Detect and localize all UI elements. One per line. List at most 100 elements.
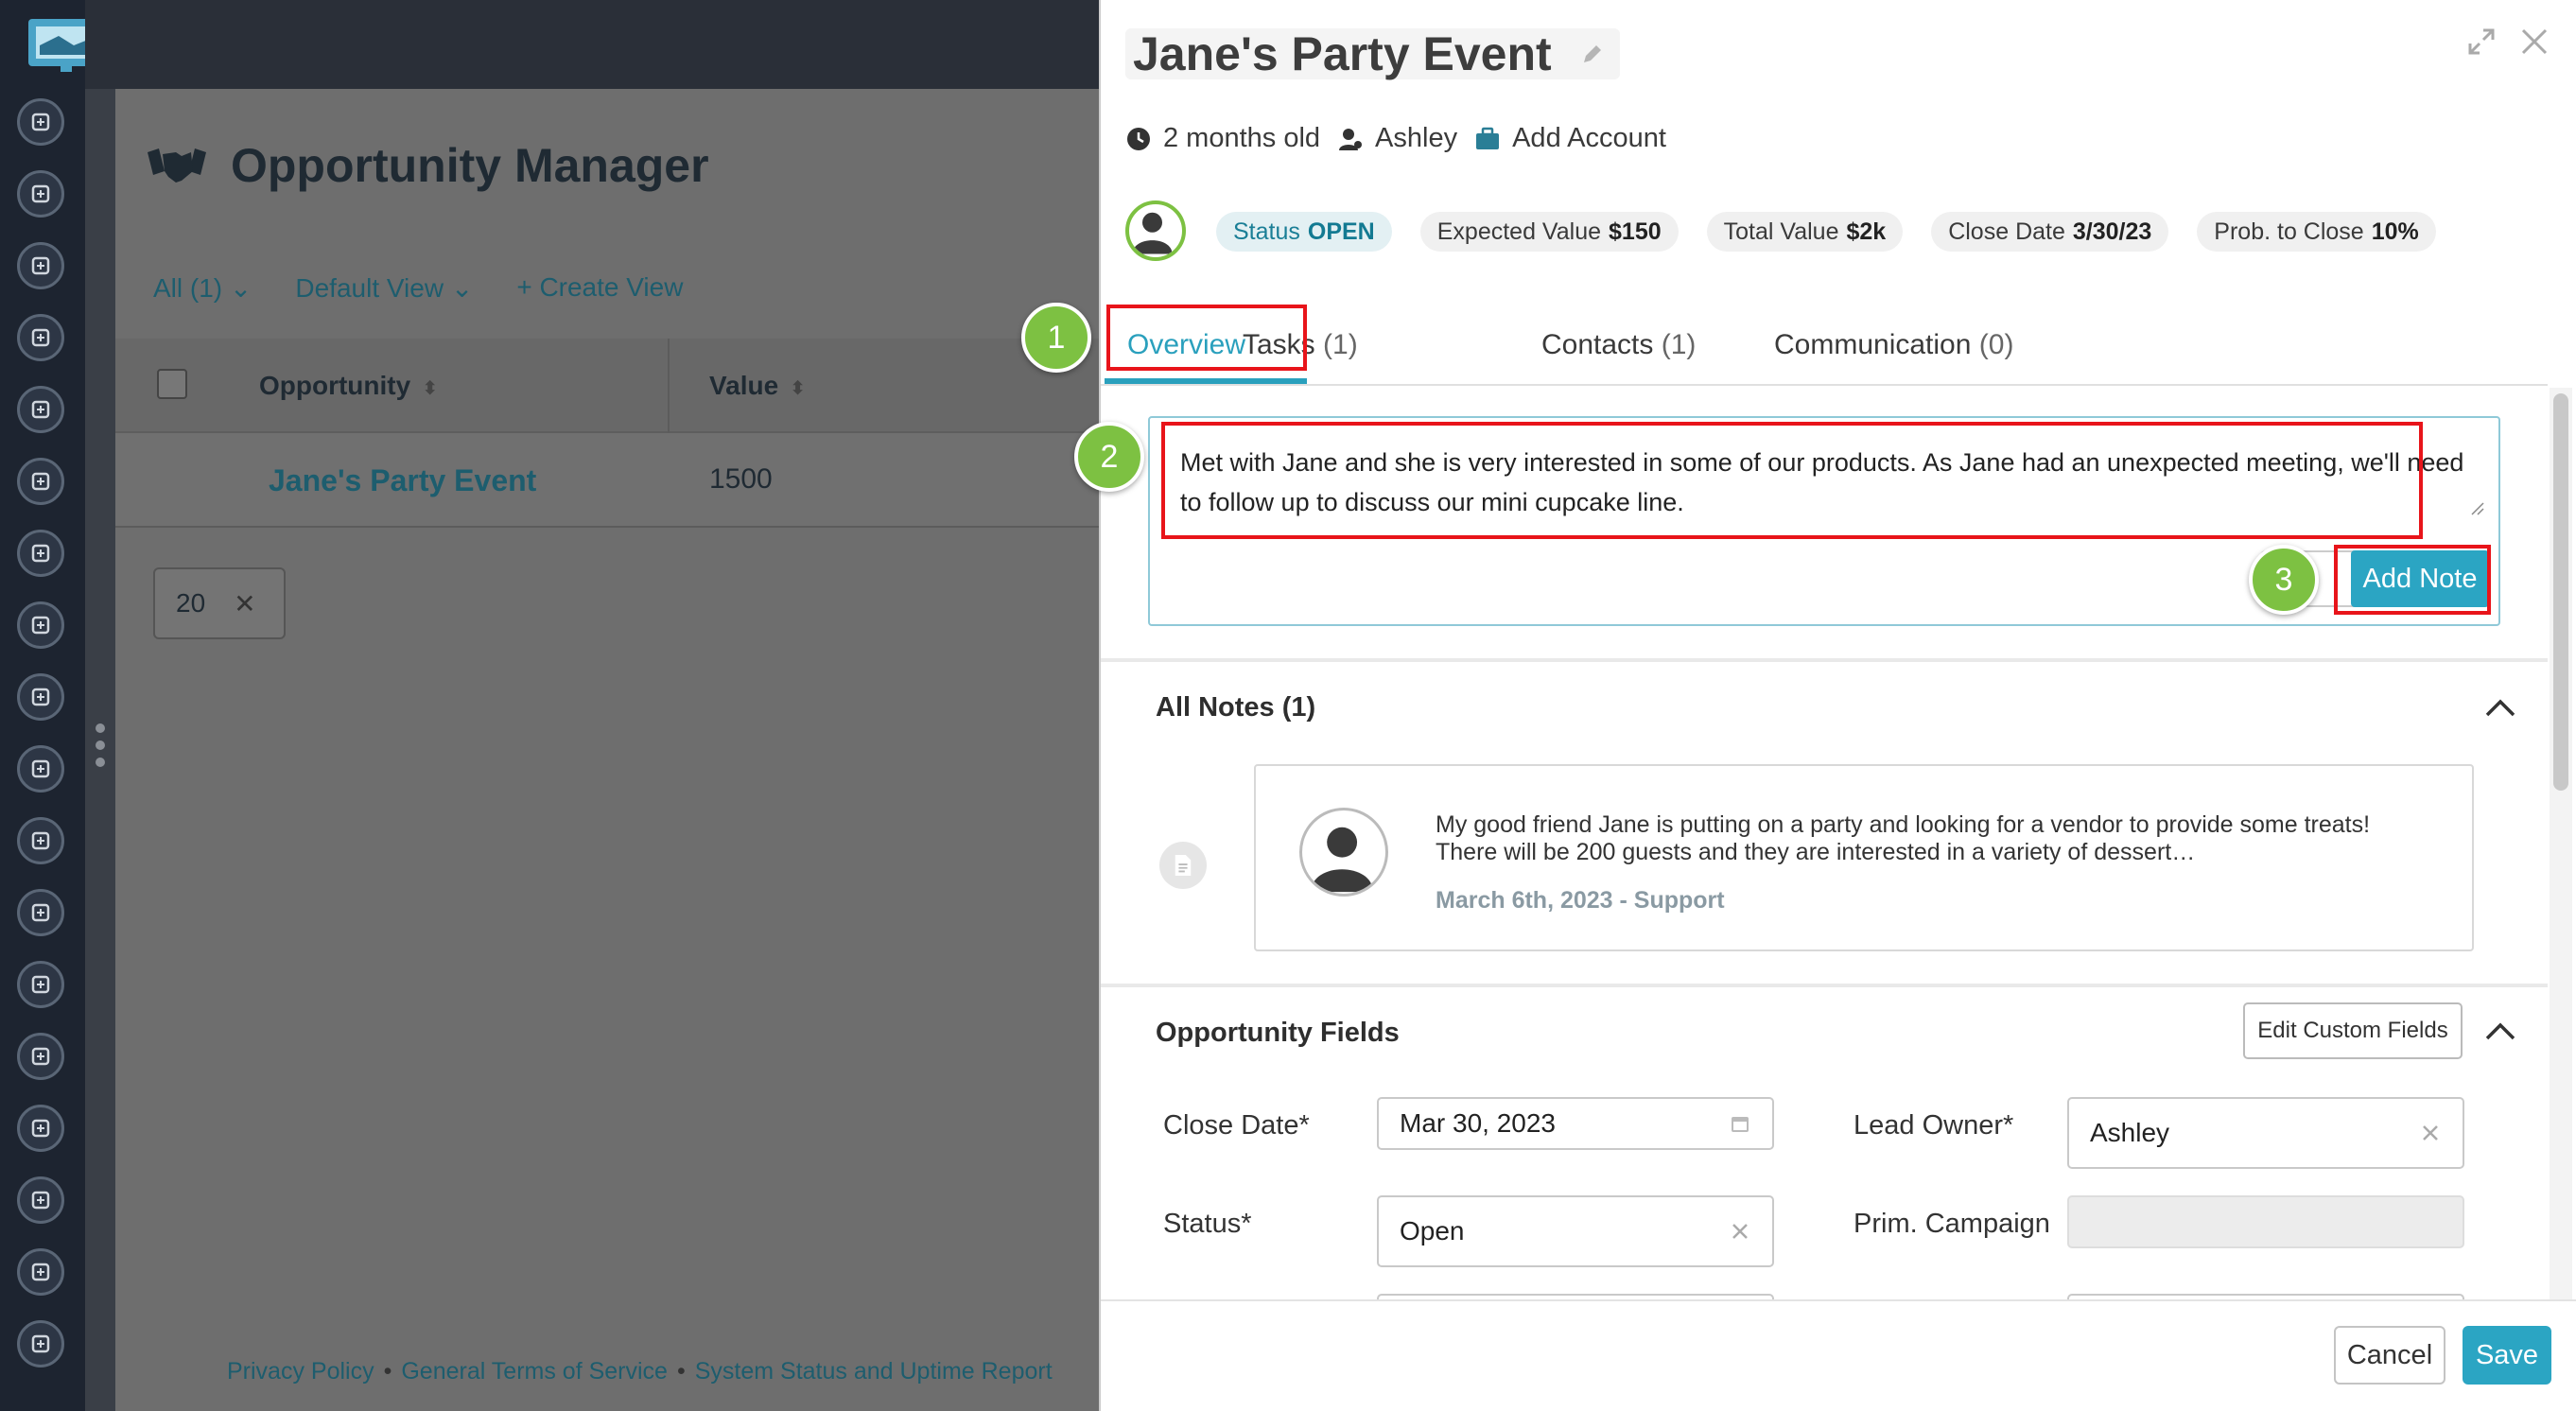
handshake-icon[interactable] [17,961,64,1008]
avatar [1299,808,1388,897]
default-view-dropdown[interactable]: Default View ⌄ [295,272,473,304]
opportunity-table: Opportunity ⬍ Value ⬍ Jane's Party Event 1… [115,339,1099,528]
table-cell-opportunity[interactable]: Jane's Party Event [269,463,536,498]
opportunity-detail-panel: Jane's Party Event 2 months old Ashley A… [1099,0,2576,1411]
headset-icon[interactable] [17,1105,64,1152]
avatar[interactable] [1125,200,1186,261]
highlight-box-note [1161,422,2423,539]
view-selector: All (1) ⌄ Default View ⌄ + Create View [153,272,683,304]
panel-scrollbar[interactable] [2550,388,2572,1305]
opportunity-meta: 2 months old Ashley Add Account [1125,123,1683,154]
plug-icon[interactable] [17,1320,64,1367]
save-button[interactable]: Save [2463,1326,2551,1385]
total-value-pill[interactable]: Total Value $2k [1706,212,1904,252]
primary-campaign-input [2067,1195,2464,1248]
privacy-policy-link[interactable]: Privacy Policy [227,1358,374,1385]
highlight-box-add-note [2334,545,2491,615]
panel-title-text: Jane's Party Event [1133,27,1552,80]
collapse-icon[interactable] [2483,696,2517,719]
all-notes-title: All Notes (1) [1156,692,1316,723]
highlight-box-overview [1106,305,1307,371]
lead-owner-select[interactable]: Ashley [2067,1097,2464,1169]
detail-tabs: Overview Tasks (1) Contacts (1) Communic… [1101,303,2548,386]
trend-chart-icon[interactable] [17,1033,64,1080]
edit-custom-fields-button[interactable]: Edit Custom Fields [2243,1002,2463,1059]
filter-all-dropdown[interactable]: All (1) ⌄ [153,272,252,304]
cancel-button[interactable]: Cancel [2334,1326,2445,1385]
user-silhouette-icon [1311,827,1373,893]
expand-icon[interactable] [2466,26,2497,57]
note-text: My good friend Jane is putting on a part… [1436,811,2371,865]
branch-icon[interactable] [17,386,64,433]
calendar-icon[interactable] [17,889,64,936]
close-date-pill[interactable]: Close Date 3/30/23 [1931,212,2169,252]
tv-icon[interactable] [17,745,64,793]
panel-title[interactable]: Jane's Party Event [1125,27,1620,80]
inbox-icon[interactable] [17,170,64,218]
add-account-link: Add Account [1512,123,1666,153]
clear-icon[interactable] [1729,1220,1751,1243]
map-icon[interactable] [17,314,64,361]
expected-value-pill[interactable]: Expected Value $150 [1419,212,1679,252]
note-date: March 6th, 2023 - Support [1436,887,1725,914]
create-view-link[interactable]: + Create View [516,272,683,304]
primary-campaign-label: Prim. Campaign [1854,1209,2050,1239]
close-date-input[interactable]: Mar 30, 2023 [1377,1097,1774,1150]
calendar-icon[interactable] [1729,1112,1751,1135]
sidebar-resize-handle[interactable] [95,723,106,780]
probability-pill[interactable]: Prob. to Close 10% [2197,212,2436,252]
panel-footer: Cancel Save [1101,1299,2576,1411]
tab-contacts[interactable]: Contacts (1) [1541,329,1696,361]
close-date-label: Close Date* [1163,1110,1310,1141]
opportunity-age: 2 months old [1163,123,1321,153]
sort-icon: ⬍ [790,378,806,399]
active-tab-indicator [1105,378,1307,384]
megaphone-icon[interactable] [17,530,64,577]
thumbs-up-icon[interactable] [17,673,64,721]
bar-chart-icon[interactable] [17,1248,64,1296]
pencil-icon[interactable] [1580,42,1605,66]
page-size-select[interactable]: 20 ✕ [153,567,286,639]
close-icon[interactable] [2517,25,2551,59]
system-status-link[interactable]: System Status and Uptime Report [695,1358,1053,1385]
user-icon [1339,128,1363,150]
step-badge-2: 2 [1074,422,1144,492]
shield-check-icon[interactable] [17,601,64,649]
user-add-icon[interactable] [17,1176,64,1224]
terms-link[interactable]: General Terms of Service [401,1358,668,1385]
column-header-opportunity[interactable]: Opportunity ⬍ [259,371,438,401]
gallery-icon[interactable] [17,817,64,864]
page-title: Opportunity Manager [144,138,709,193]
contact-card-icon[interactable] [17,98,64,146]
resize-grip-icon[interactable] [2470,501,2485,516]
clock-icon [1127,127,1150,150]
summary-pills: Status OPEN Expected Value $150 Total Valu… [1216,212,2436,252]
document-icon [1159,842,1207,889]
step-badge-3: 3 [2249,545,2319,615]
note-card[interactable]: My good friend Jane is putting on a part… [1254,764,2474,951]
status-label: Status* [1163,1209,1252,1239]
opportunity-fields-title: Opportunity Fields [1156,1018,1400,1048]
sort-icon: ⬍ [422,378,438,399]
app-sidebar [0,0,104,1411]
clear-icon[interactable] [2419,1122,2442,1144]
user-silhouette-icon [1132,212,1173,254]
lead-owner-label: Lead Owner* [1854,1110,2014,1141]
step-badge-1: 1 [1021,303,1091,373]
collapse-icon[interactable] [2483,1019,2517,1042]
clipboard-icon[interactable] [17,242,64,289]
briefcase-icon [1476,127,1500,149]
list-icon[interactable] [17,458,64,505]
top-bar [85,0,1099,89]
handshake-icon [148,148,206,183]
page-title-text: Opportunity Manager [231,139,709,192]
select-all-checkbox[interactable] [157,369,187,399]
column-header-value[interactable]: Value ⬍ [709,371,806,401]
status-badge[interactable]: Status OPEN [1216,212,1392,252]
clear-icon[interactable]: ✕ [234,588,255,619]
table-header: Opportunity ⬍ Value ⬍ [115,339,1099,433]
tab-communication[interactable]: Communication (0) [1774,329,2013,361]
status-select[interactable]: Open [1377,1195,1774,1267]
owner-name: Ashley [1375,123,1458,153]
table-cell-value: 1500 [709,463,773,495]
